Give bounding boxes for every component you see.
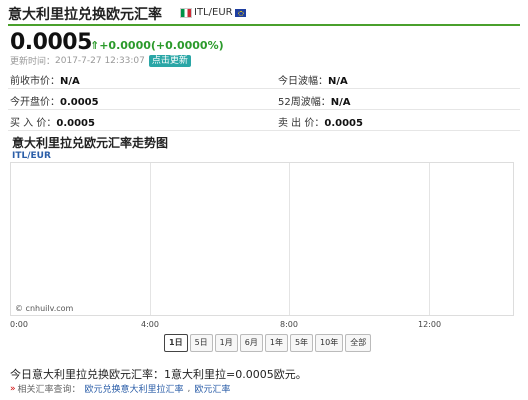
prev-close-label: 前收市价： xyxy=(10,76,60,87)
52week-range-label: 52周波幅： xyxy=(278,97,331,108)
sell-price-label: 卖 出 价： xyxy=(278,118,325,129)
update-row: 更新时间： 2017-7-27 12:33:07 点击更新 xyxy=(10,54,191,67)
price-change-value: +0.0000(+0.0000%) xyxy=(99,39,224,52)
chart-watermark: © cnhuilv.com xyxy=(15,304,74,313)
day-range-label: 今日波幅： xyxy=(278,76,328,87)
related-link-eur-itl[interactable]: 欧元兑换意大利里拉汇率 xyxy=(85,382,184,395)
range-button-5y[interactable]: 5年 xyxy=(289,334,314,352)
currency-pair-flags: ITL/EUR xyxy=(180,7,246,18)
range-button-1y[interactable]: 1年 xyxy=(264,334,288,352)
pair-code: ITL/EUR xyxy=(194,7,233,18)
update-prefix: 更新时间： xyxy=(10,57,56,67)
quote-info-table: 前收市价：N/A 今日波幅：N/A 今开盘价：0.0005 52周波幅：N/A … xyxy=(8,68,520,131)
sell-price-value: 0.0005 xyxy=(324,118,363,129)
buy-price-label: 买 入 价： xyxy=(10,118,57,129)
update-time: 2017-7-27 12:33:07 xyxy=(55,55,145,66)
day-range-value: N/A xyxy=(328,76,348,87)
refresh-button[interactable]: 点击更新 xyxy=(148,54,191,67)
gridline xyxy=(150,163,151,315)
gridline xyxy=(429,163,430,315)
x-tick-label: 12:00 xyxy=(418,320,442,329)
related-separator: , xyxy=(187,383,191,394)
page-header: 意大利里拉兑换欧元汇率 ITL/EUR xyxy=(8,4,520,26)
info-row: 今开盘价：0.0005 52周波幅：N/A xyxy=(8,89,520,110)
x-tick-label: 0:00 xyxy=(10,320,28,329)
range-selector: 1日 5日 1月 6月 1年 5年 10年 全部 xyxy=(164,334,373,352)
chart-title: 意大利里拉兑欧元汇率走势图 xyxy=(12,136,169,150)
trend-chart: © cnhuilv.com xyxy=(10,162,514,316)
open-price-label: 今开盘价： xyxy=(10,97,60,108)
chart-pair-label: ITL/EUR xyxy=(12,151,51,161)
italy-flag-icon xyxy=(180,7,192,18)
range-button-1d[interactable]: 1日 xyxy=(164,334,188,352)
eu-flag-icon xyxy=(234,8,246,17)
buy-price-value: 0.0005 xyxy=(56,118,95,129)
range-button-1m[interactable]: 1月 xyxy=(214,334,238,352)
info-row: 买 入 价：0.0005 卖 出 价：0.0005 xyxy=(8,110,520,131)
range-button-10y[interactable]: 10年 xyxy=(315,334,344,352)
x-tick-label: 4:00 xyxy=(141,320,159,329)
range-button-6m[interactable]: 6月 xyxy=(239,334,263,352)
price-change: ⇑+0.0000(+0.0000%) xyxy=(90,39,224,52)
related-rates: » 相关汇率查询： 欧元兑换意大利里拉汇率 , 欧元汇率 xyxy=(10,382,234,396)
rate-summary: 今日意大利里拉兑换欧元汇率：1意大利里拉=0.0005欧元。 xyxy=(10,368,307,381)
up-arrow-icon: ⇑ xyxy=(90,39,100,52)
related-link-eur[interactable]: 欧元汇率 xyxy=(194,382,230,395)
current-price: 0.0005 xyxy=(10,30,92,55)
x-tick-label: 8:00 xyxy=(280,320,298,329)
info-row: 前收市价：N/A 今日波幅：N/A xyxy=(8,68,520,89)
gridline xyxy=(289,163,290,315)
52week-range-value: N/A xyxy=(330,97,351,108)
range-button-5d[interactable]: 5日 xyxy=(189,334,213,352)
prev-close-value: N/A xyxy=(60,76,80,87)
related-label: 相关汇率查询： xyxy=(17,385,81,395)
page-title: 意大利里拉兑换欧元汇率 xyxy=(8,7,162,23)
open-price-value: 0.0005 xyxy=(60,97,99,108)
range-button-all[interactable]: 全部 xyxy=(345,334,372,352)
double-arrow-icon: » xyxy=(10,383,16,394)
